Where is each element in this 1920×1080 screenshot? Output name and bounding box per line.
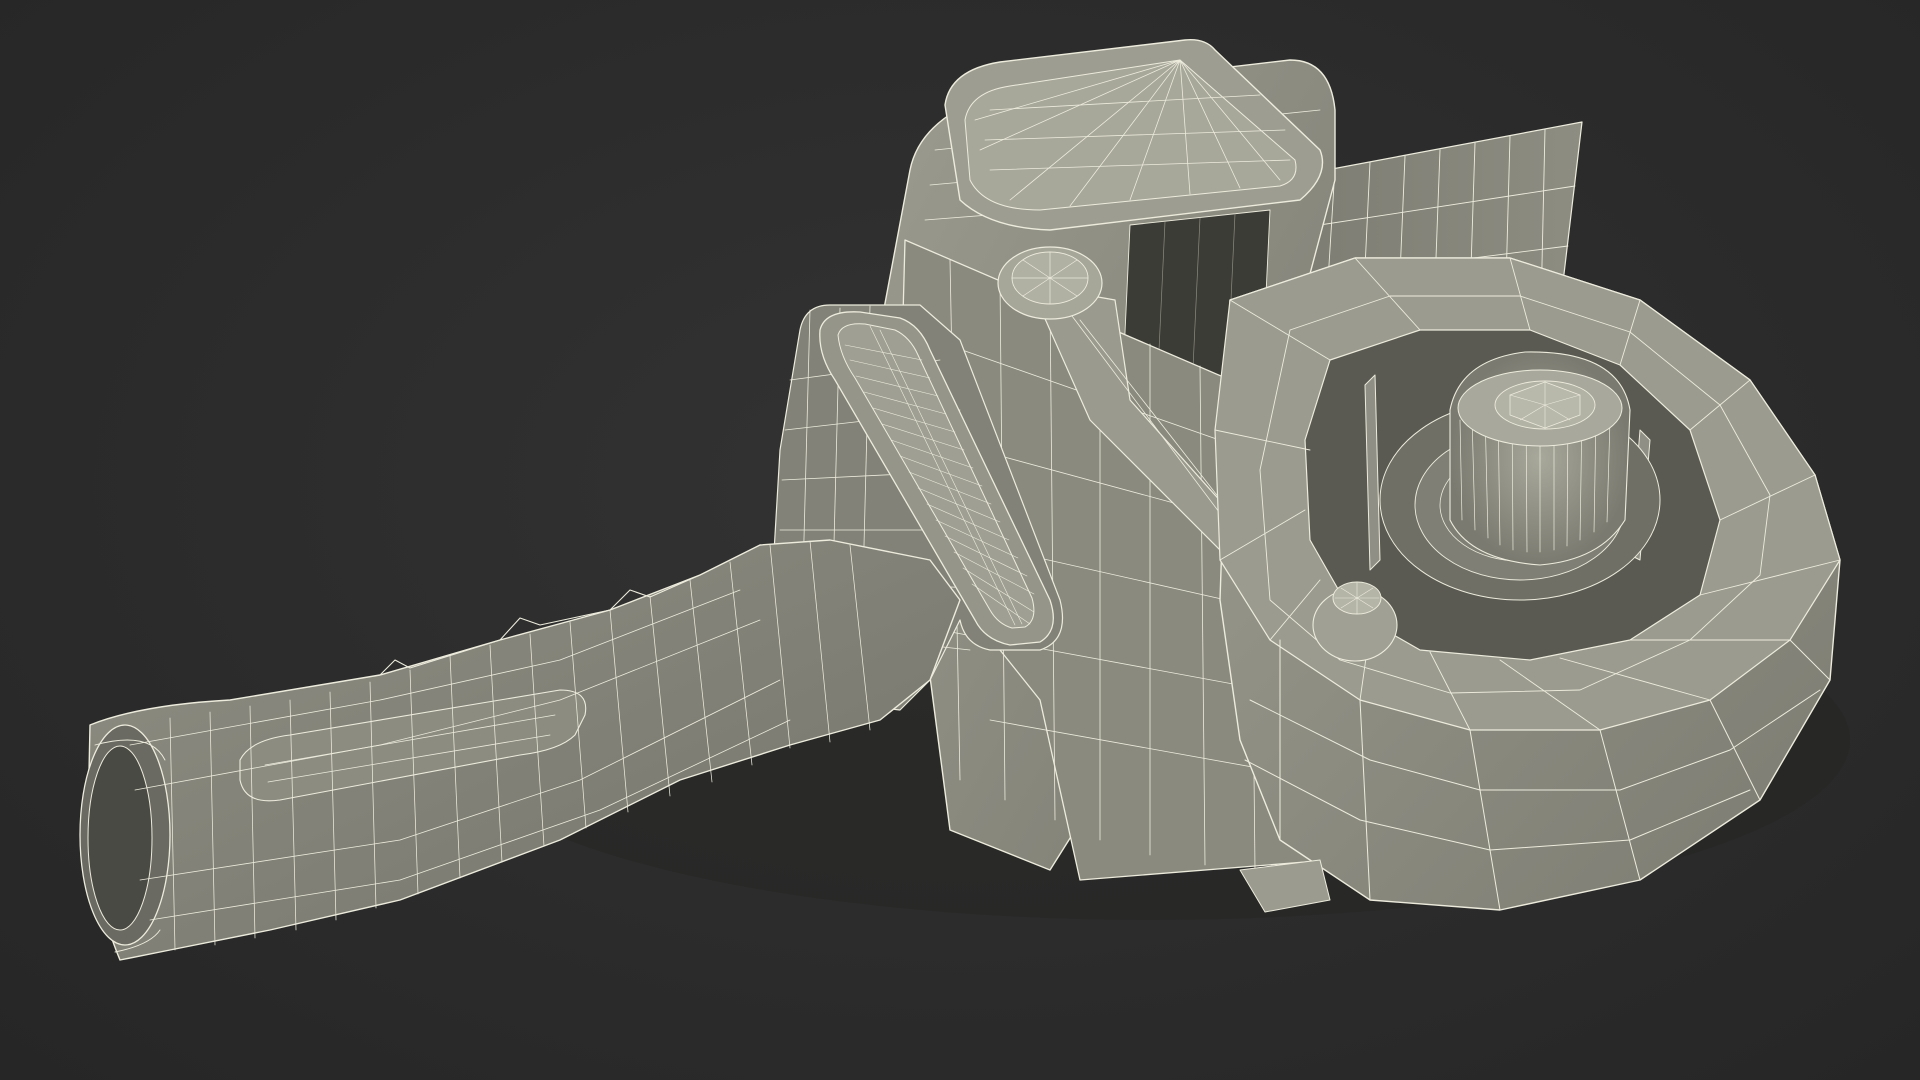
tape-dispenser-wireframe-render (0, 0, 1850, 1080)
render-viewport (0, 0, 1920, 1080)
